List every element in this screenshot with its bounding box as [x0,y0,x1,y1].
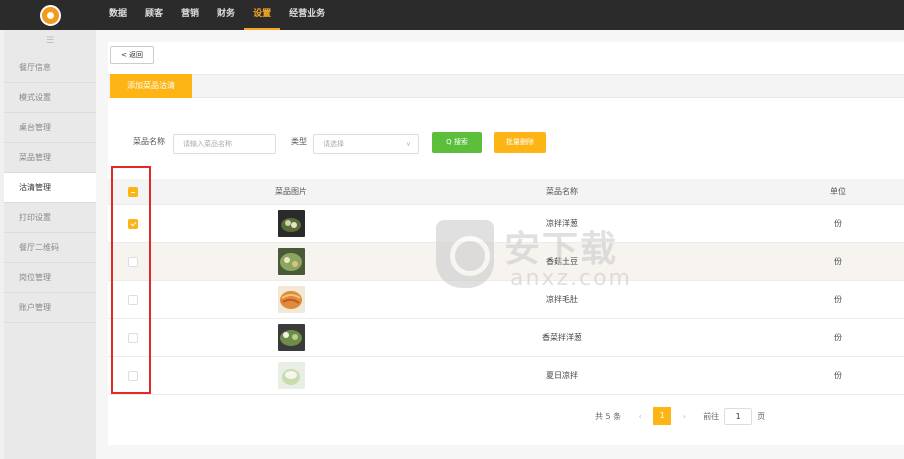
main-content: < 返回 添加菜品沽清 菜品名称 请输入菜品名称 类型 请选择 ∨ Q 搜索 批… [96,30,904,459]
top-nav: 数据 顾客 营销 财务 设置 经营业务 [100,0,334,30]
watermark: 安下载 anxz.com [436,220,666,300]
sidebar: ☰ 餐厅信息 模式设置 桌台管理 菜品管理 沽清管理 打印设置 餐厅二维码 岗位… [4,30,96,459]
goto-page-input[interactable]: 1 [724,407,753,425]
watermark-cn: 安下载 [504,229,619,270]
sidebar-item-account-management[interactable]: 账户管理 [4,293,96,323]
dish-unit: 份 [834,257,842,266]
chevron-down-icon: ∨ [405,140,411,148]
search-button[interactable]: Q 搜索 [432,132,482,153]
prev-page-icon[interactable]: ‹ [631,412,649,421]
top-nav-finance[interactable]: 财务 [208,0,244,30]
next-page-icon[interactable]: › [675,412,693,421]
dish-unit: 份 [834,333,842,342]
dish-name: 香菜拌洋葱 [542,333,582,342]
tab-strip [108,74,904,98]
sidebar-item-mode-settings[interactable]: 模式设置 [4,83,96,113]
dish-thumbnail [277,324,305,351]
sidebar-item-table-management[interactable]: 桌台管理 [4,113,96,143]
sidebar-item-restaurant-info[interactable]: 餐厅信息 [4,53,96,83]
watermark-shield-icon [436,220,494,288]
table-header-row: 菜品图片 菜品名称 单位 [108,179,904,205]
dish-name-label: 菜品名称 [133,137,165,146]
batch-delete-button[interactable]: 批量删除 [494,132,546,153]
dish-name: 夏日凉拌 [546,371,578,380]
top-nav-marketing[interactable]: 营销 [172,0,208,30]
dish-unit: 份 [834,371,842,380]
watermark-en: anxz.com [510,266,632,291]
dish-thumbnail [277,248,305,275]
logo-icon[interactable] [40,5,61,26]
type-label: 类型 [291,137,307,146]
sidebar-item-sold-out-management[interactable]: 沽清管理 [4,173,96,203]
dish-thumbnail [277,286,305,313]
top-bar: 数据 顾客 营销 财务 设置 经营业务 [0,0,904,30]
top-nav-business[interactable]: 经营业务 [280,0,334,30]
dish-thumbnail [277,362,305,389]
sidebar-item-qr-code[interactable]: 餐厅二维码 [4,233,96,263]
pagination-total: 共 5 条 [595,411,622,421]
table-row: 香菜拌洋葱 份 [108,319,904,357]
header-unit: 单位 [830,187,846,196]
dish-unit: 份 [834,295,842,304]
tab-add-sold-out[interactable]: 添加菜品沽清 [110,74,192,98]
back-button[interactable]: < 返回 [110,46,154,64]
pagination: 共 5 条 ‹ 1 › 前往 1 页 [595,407,765,425]
dish-unit: 份 [834,219,842,228]
goto-label: 前往 [703,411,720,421]
header-dish-image: 菜品图片 [275,187,307,196]
top-nav-customers[interactable]: 顾客 [136,0,172,30]
type-select-placeholder: 请选择 [323,140,344,148]
dish-name-input[interactable]: 请输入菜品名称 [173,134,276,154]
top-nav-settings[interactable]: 设置 [244,0,281,30]
search-row: 菜品名称 请输入菜品名称 类型 请选择 ∨ Q 搜索 批量删除 [108,130,904,154]
page-suffix: 页 [757,411,766,421]
sidebar-item-print-settings[interactable]: 打印设置 [4,203,96,233]
dish-thumbnail [277,210,305,237]
header-dish-name: 菜品名称 [546,187,578,196]
page-1-button[interactable]: 1 [653,407,672,425]
checkbox-column-highlight [111,166,151,394]
table-row: 夏日凉拌 份 [108,357,904,395]
type-select[interactable]: 请选择 ∨ [313,134,419,154]
sidebar-item-dish-management[interactable]: 菜品管理 [4,143,96,173]
sidebar-item-position-management[interactable]: 岗位管理 [4,263,96,293]
top-nav-data[interactable]: 数据 [100,0,136,30]
menu-toggle-icon[interactable]: ☰ [4,30,96,53]
